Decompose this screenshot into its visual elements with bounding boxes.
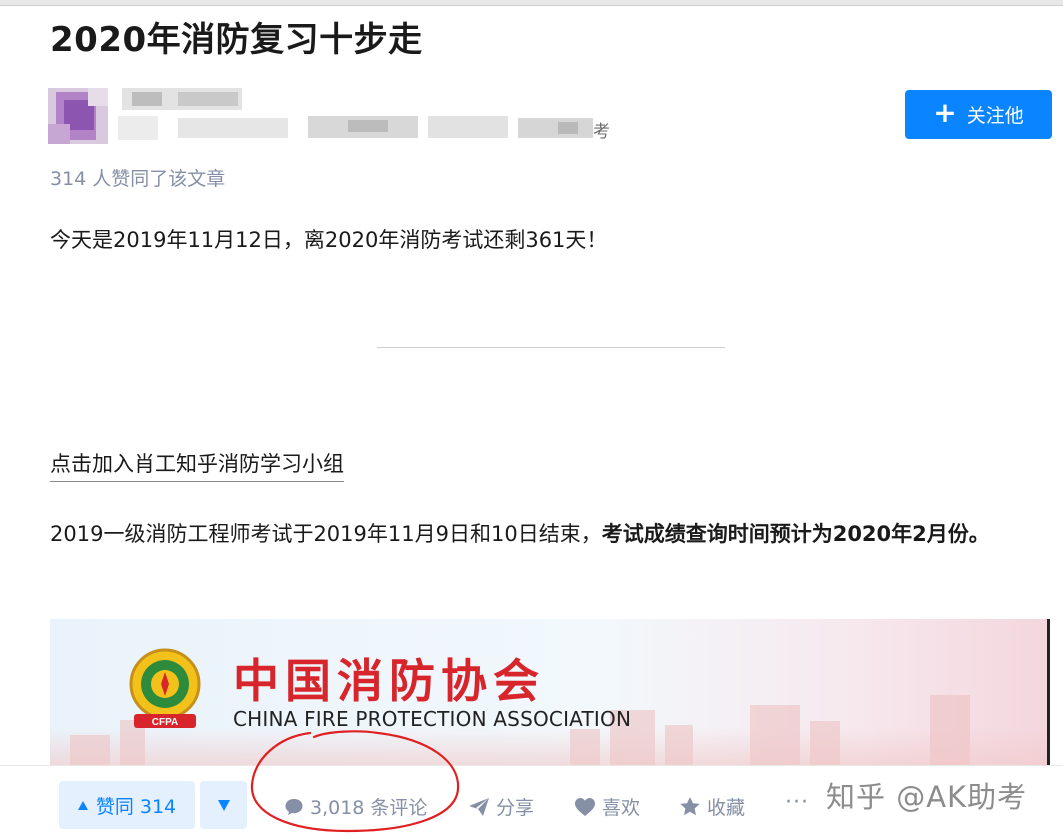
share-button[interactable]: 分享: [468, 793, 534, 820]
share-label: 分享: [496, 797, 535, 819]
share-icon: [469, 797, 489, 816]
like-label: 喜欢: [602, 797, 641, 819]
heart-icon: [575, 797, 595, 816]
top-border: [0, 0, 1063, 6]
triangle-down-icon: [217, 799, 230, 811]
upvote-label: 赞同 314: [95, 795, 177, 818]
author-bio-tail: 考: [593, 122, 610, 142]
paragraph-exam-bold: 考试成绩查询时间预计为2020年2月份。: [601, 522, 990, 546]
collect-label: 收藏: [707, 797, 746, 819]
comments-button[interactable]: 3,018 条评论: [284, 793, 427, 820]
banner-en-title: CHINA FIRE PROTECTION ASSOCIATION: [233, 707, 632, 731]
emblem-label: CFPA: [152, 717, 178, 728]
watermark: 知乎 @AK助考: [826, 780, 1028, 814]
like-button[interactable]: 喜欢: [574, 793, 640, 820]
follow-button[interactable]: + 关注他: [905, 90, 1052, 139]
article-title: 2020年消防复习十步走: [50, 20, 423, 60]
comment-icon: [285, 798, 303, 815]
study-group-link[interactable]: 点击加入肖工知乎消防学习小组: [50, 448, 344, 482]
collect-button[interactable]: 收藏: [679, 793, 745, 820]
paragraph-exam: 2019一级消防工程师考试于2019年11月9日和10日结束，考试成绩查询时间预…: [50, 514, 1040, 554]
paragraph-exam-text: 2019一级消防工程师考试于2019年11月9日和10日结束，: [50, 522, 602, 546]
star-icon: [680, 797, 700, 816]
author-avatar[interactable]: [48, 88, 108, 144]
section-divider: [377, 347, 725, 348]
downvote-button[interactable]: [200, 781, 247, 829]
paragraph-date: 今天是2019年11月12日，离2020年消防考试还剩361天！: [50, 228, 608, 252]
upvote-button[interactable]: 赞同 314: [59, 781, 195, 829]
follow-label: 关注他: [966, 105, 1024, 127]
author-info-blurred: [118, 86, 613, 142]
upvote-summary: 314 人赞同了该文章: [50, 168, 226, 190]
comments-label: 3,018 条评论: [310, 797, 428, 819]
banner-cn-title: 中国消防协会: [233, 654, 545, 708]
cfpa-emblem-icon: CFPA: [129, 648, 201, 728]
plus-icon: +: [933, 96, 957, 129]
triangle-up-icon: [77, 800, 88, 810]
article-banner-image: CFPA 中国消防协会 CHINA FIRE PROTECTION ASSOCI…: [50, 619, 1050, 765]
more-icon[interactable]: ···: [785, 790, 809, 815]
